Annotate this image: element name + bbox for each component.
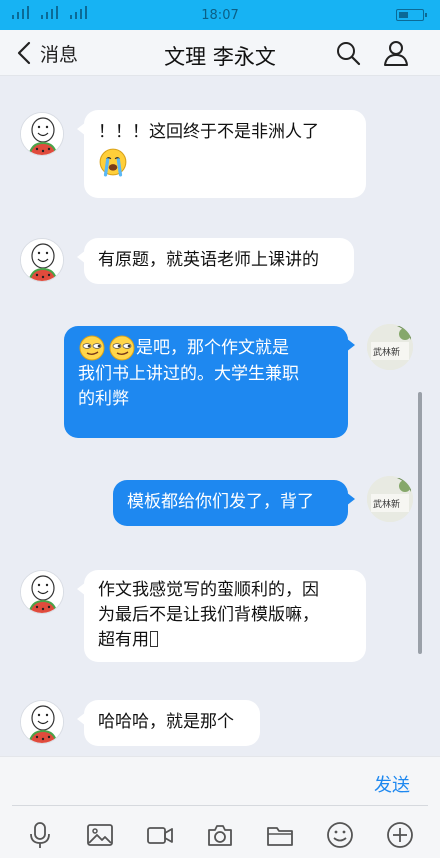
profile-icon[interactable] <box>382 39 410 67</box>
folder-icon[interactable] <box>265 820 295 850</box>
video-icon[interactable] <box>145 820 175 850</box>
send-button[interactable]: 发送 <box>374 771 410 797</box>
crying-face-icon <box>99 148 127 177</box>
message-text: 的利弊 <box>78 389 129 409</box>
chat-header: 消息 文理 李永文 <box>0 30 440 76</box>
status-bar: 18:07 <box>0 0 440 30</box>
microphone-icon[interactable] <box>25 820 55 850</box>
cartoon-avatar-icon <box>21 113 63 155</box>
my-avatar[interactable]: 武林新 <box>367 324 413 370</box>
cartoon-avatar-icon <box>21 701 63 743</box>
message-list[interactable]: ！！！这回终于不是非洲人了 有原题，就英语老师上课讲的 是吧，那个作文就是 我们… <box>0 76 440 756</box>
scrollbar[interactable] <box>418 392 422 654</box>
plus-icon[interactable] <box>385 820 415 850</box>
avatar-caption: 武林新 <box>373 500 401 510</box>
message-bubble[interactable]: 有原题，就英语老师上课讲的 <box>77 238 354 284</box>
message-text: 我们书上讲过的。大学生兼职 <box>78 364 299 384</box>
message-text: 是吧，那个作文就是 <box>136 338 289 358</box>
cartoon-avatar-icon <box>21 239 63 281</box>
placeholder-glyph-icon <box>150 631 158 647</box>
camera-icon[interactable] <box>205 820 235 850</box>
my-avatar[interactable]: 武林新 <box>367 476 413 522</box>
avatar-caption: 武林新 <box>373 348 401 358</box>
message-text: 作文我感觉写的蛮顺利的，因 <box>98 580 319 600</box>
message-text: 为最后不是让我们背模版嘛， <box>98 605 319 625</box>
contact-avatar[interactable] <box>20 570 64 614</box>
message-text: ！！！这回终于不是非洲人了 <box>98 122 319 142</box>
status-time: 18:07 <box>201 8 239 23</box>
input-toolbar <box>0 813 440 857</box>
message-bubble[interactable]: 哈哈哈，就是那个 <box>77 700 260 746</box>
smirk-face-icon <box>79 335 105 361</box>
contact-avatar[interactable] <box>20 112 64 156</box>
smirk-face-icon <box>109 335 135 361</box>
message-text: 超有用 <box>98 630 149 650</box>
image-icon[interactable] <box>85 820 115 850</box>
message-bubble[interactable]: ！！！这回终于不是非洲人了 <box>77 110 366 198</box>
emoji-icon[interactable] <box>325 820 355 850</box>
chat-title: 文理 李永文 <box>164 45 276 69</box>
message-text: 模板都给你们发了，背了 <box>127 492 314 512</box>
contact-avatar[interactable] <box>20 238 64 282</box>
input-area: 发送 <box>0 756 440 858</box>
message-bubble[interactable]: 模板都给你们发了，背了 <box>113 480 355 526</box>
message-text: 哈哈哈，就是那个 <box>98 712 234 732</box>
input-divider <box>12 805 428 806</box>
message-bubble[interactable]: 作文我感觉写的蛮顺利的，因 为最后不是让我们背模版嘛， 超有用 <box>77 570 366 662</box>
contact-avatar[interactable] <box>20 700 64 744</box>
cartoon-avatar-icon <box>21 571 63 613</box>
battery-icon <box>396 9 427 21</box>
message-bubble[interactable]: 是吧，那个作文就是 我们书上讲过的。大学生兼职 的利弊 <box>64 326 355 438</box>
message-text: 有原题，就英语老师上课讲的 <box>98 250 319 270</box>
search-icon[interactable] <box>334 39 362 67</box>
